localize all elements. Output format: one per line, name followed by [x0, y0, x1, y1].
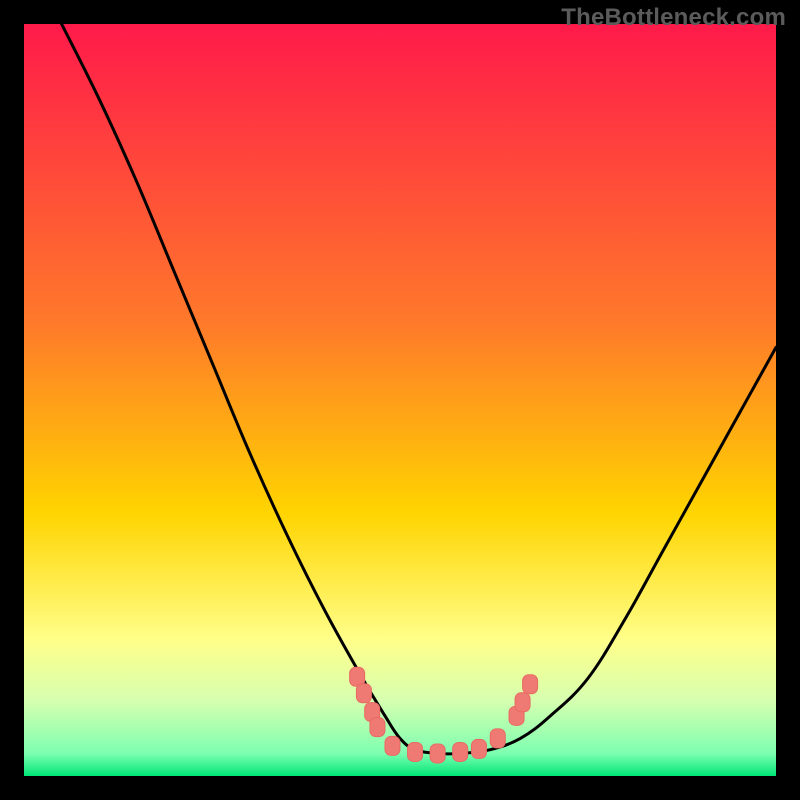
chart-frame: TheBottleneck.com: [0, 0, 800, 800]
curve-marker: [385, 736, 400, 755]
curve-marker: [430, 744, 445, 763]
curve-marker: [356, 684, 371, 703]
curve-marker: [408, 742, 423, 761]
bottleneck-chart: [24, 24, 776, 776]
watermark-text: TheBottleneck.com: [561, 4, 786, 32]
curve-marker: [453, 742, 468, 761]
curve-marker: [523, 675, 538, 694]
curve-marker: [490, 729, 505, 748]
curve-marker: [515, 693, 530, 712]
curve-marker: [370, 718, 385, 737]
curve-marker: [471, 739, 486, 758]
gradient-panel: [24, 24, 776, 776]
